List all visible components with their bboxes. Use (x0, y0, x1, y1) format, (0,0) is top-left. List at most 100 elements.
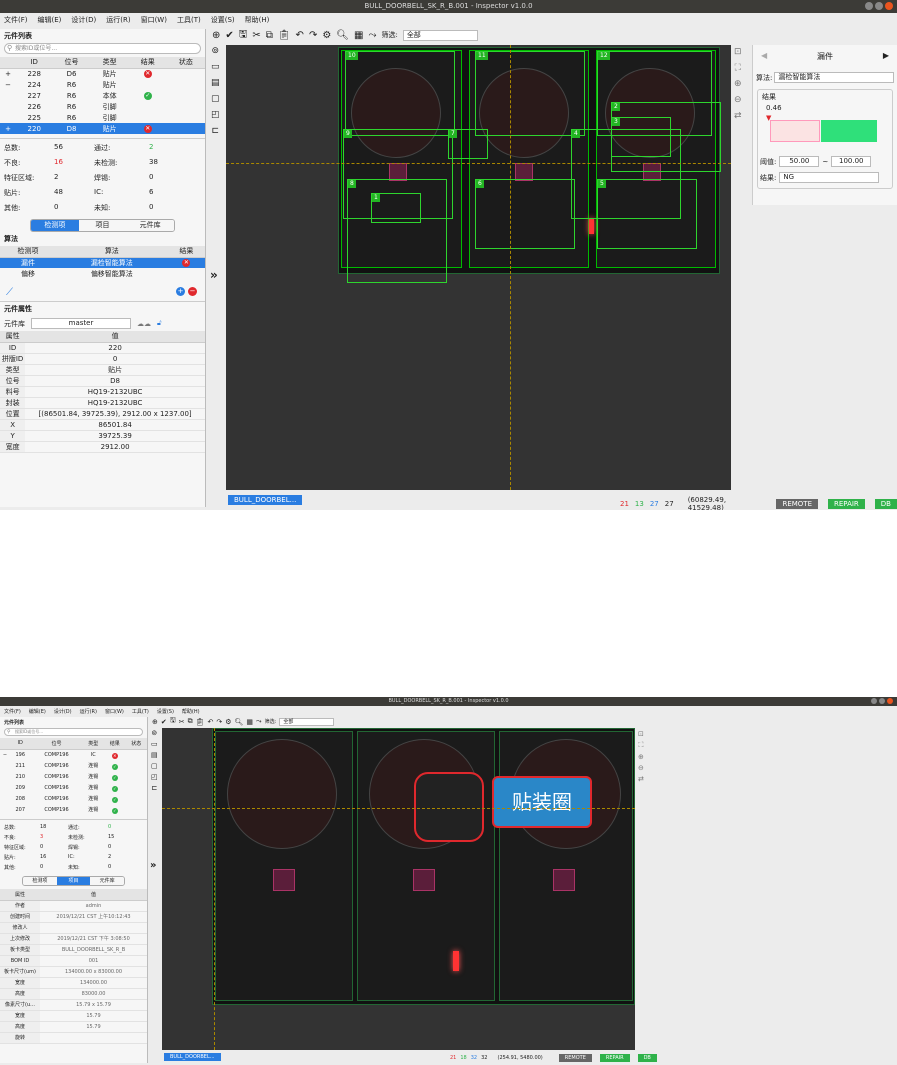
bracket-icon[interactable]: ⊏ (151, 784, 157, 792)
menu-tools[interactable]: 工具(T) (177, 15, 201, 25)
table-row[interactable]: − 224 R6 贴片 (0, 79, 205, 90)
zoom-out-icon[interactable]: ⊖ (638, 764, 644, 772)
table-row[interactable]: 211 COMP196 连锡 ✓ (0, 760, 147, 771)
inspection-box[interactable]: 7 (448, 129, 488, 159)
menu-window[interactable]: 窗口(W) (141, 15, 167, 25)
prop-row[interactable]: 宽度 134000.00 (0, 977, 147, 988)
check-icon[interactable]: ✔ (161, 718, 167, 726)
table-row[interactable]: +220 D8 贴片 ✕ (0, 123, 205, 134)
prop-row[interactable]: 类型 贴片 (0, 364, 205, 375)
prop-value[interactable]: admin (40, 900, 147, 911)
tab-library[interactable]: 元件库 (126, 220, 174, 231)
merge-icon[interactable]: ⤳ (256, 717, 262, 726)
gear-icon[interactable]: ⚙ (225, 718, 231, 726)
bracket-icon[interactable]: ⊏ (211, 126, 219, 136)
maximize-icon[interactable] (879, 698, 885, 704)
undo-icon[interactable]: ↶ (296, 30, 304, 41)
expand-toggle-icon[interactable]: + (0, 68, 16, 79)
prop-row[interactable]: 宽度 2912.00 (0, 441, 205, 452)
menu-design[interactable]: 设计(D) (71, 15, 96, 25)
table-row[interactable]: 225 R6 引脚 (0, 112, 205, 123)
frame-icon[interactable]: ▢ (151, 762, 158, 770)
algo-row[interactable]: 偏移 偏移智能算法 (0, 268, 205, 279)
close-icon[interactable] (885, 2, 893, 10)
check-icon[interactable]: ✔ (225, 30, 233, 41)
prop-value[interactable]: 134000.00 x 83000.00 (40, 966, 147, 977)
col-status[interactable]: 状态 (166, 57, 205, 69)
prop-row[interactable]: 宽度 15.79 (0, 1010, 147, 1021)
prop-value[interactable]: 0 (25, 353, 205, 364)
paste-icon[interactable]: 📋︎ (196, 718, 205, 726)
prop-row[interactable]: X 86501.84 (0, 419, 205, 430)
target-icon[interactable]: ⊚ (211, 46, 219, 56)
col-status[interactable]: 状态 (125, 738, 147, 750)
algo-select[interactable]: 漏检智能算法 (774, 72, 894, 83)
save-icon[interactable]: 🖫︎ (170, 716, 176, 727)
filter-select[interactable]: 全部 (279, 717, 335, 726)
col-ref[interactable]: 位号 (30, 738, 83, 750)
inspection-box[interactable]: 3 (611, 117, 671, 157)
col-ref[interactable]: 位号 (52, 57, 91, 69)
table-row[interactable]: +228 D6 贴片 ✕ (0, 68, 205, 79)
prop-row[interactable]: 位置 [(86501.84, 39725.39), 2912.00 x 1237.… (0, 408, 205, 419)
maximize-icon[interactable] (875, 2, 883, 10)
prop-value[interactable]: 83000.00 (40, 988, 147, 999)
corner-icon[interactable]: ◰ (211, 110, 220, 120)
fullscreen-icon[interactable]: ⛶ (638, 741, 643, 750)
tab-library[interactable]: 元件库 (90, 877, 124, 885)
copy-icon[interactable]: ⧉ (188, 717, 193, 726)
prop-value[interactable]: 15.79 (40, 1010, 147, 1021)
prop-value[interactable]: D8 (25, 375, 205, 386)
inspection-box[interactable]: 10 (345, 51, 455, 136)
zoom-icon[interactable]: 🔍︎ (235, 718, 244, 726)
remove-icon[interactable]: − (188, 287, 197, 296)
doc-tab[interactable]: BULL_DOORBEL... (228, 495, 303, 505)
prop-row[interactable]: 板卡类型 BULL_DOORBELL_SK_R_B (0, 944, 147, 955)
table-row[interactable]: 207 COMP196 连锡 ✓ (0, 804, 147, 815)
table-row[interactable]: 210 COMP196 连锡 ✓ (0, 771, 147, 782)
inspection-box[interactable]: 6 (475, 179, 575, 249)
prop-row[interactable]: 高度 15.79 (0, 1021, 147, 1032)
filter-select[interactable]: 全部 (402, 29, 478, 41)
search-input[interactable]: ⚲ 搜索ID或位号... (4, 728, 143, 736)
expand-toggle-icon[interactable] (0, 782, 10, 793)
doc-tab-label[interactable]: BULL_DOORBEL... (228, 495, 303, 505)
algo-row[interactable]: 漏件 漏检智能算法 ✕ (0, 257, 205, 268)
prop-row[interactable]: 修改人 (0, 922, 147, 933)
prop-value[interactable]: 2019/12/21 CST 上午10:12:43 (40, 911, 147, 922)
expand-icon[interactable]: » (210, 268, 218, 282)
menu-edit[interactable]: 编辑(E) (29, 708, 46, 715)
menu-design[interactable]: 设计(D) (54, 708, 72, 715)
gear-icon[interactable]: ⚙ (322, 30, 331, 41)
expand-toggle-icon[interactable] (0, 90, 16, 101)
inspection-box[interactable]: 11 (475, 51, 585, 136)
expand-icon[interactable]: » (150, 860, 156, 871)
menu-file[interactable]: 文件(F) (4, 15, 28, 25)
wand-icon[interactable]: ⟋ (6, 287, 13, 298)
pcb-canvas[interactable]: 贴装圈 (162, 728, 635, 1050)
expand-toggle-icon[interactable] (0, 793, 10, 804)
next-icon[interactable]: ▶ (883, 51, 889, 62)
remote-button[interactable]: REMOTE (776, 499, 819, 509)
db-button[interactable]: DB (637, 1054, 657, 1062)
db-button[interactable]: DB (874, 499, 897, 509)
window-controls[interactable] (871, 698, 893, 704)
repair-button[interactable]: REPAIR (599, 1054, 630, 1062)
menu-help[interactable]: 帮助(H) (245, 15, 270, 25)
col-result[interactable]: 结果 (128, 57, 167, 69)
paste-icon[interactable]: 📋︎ (278, 30, 291, 41)
expand-toggle-icon[interactable] (0, 771, 10, 782)
threshold-min[interactable]: 50.00 (779, 156, 820, 167)
prop-row[interactable]: 创建时间 2019/12/21 CST 上午10:12:43 (0, 911, 147, 922)
add-icon[interactable]: + (176, 287, 185, 296)
prop-row[interactable]: BOM ID 001 (0, 955, 147, 966)
table-row[interactable]: −196 COMP196 IC ✕ (0, 749, 147, 760)
prop-value[interactable]: 2019/12/21 CST 下午 3:08:50 (40, 933, 147, 944)
minimize-icon[interactable] (865, 2, 873, 10)
prop-row[interactable]: 板卡尺寸(um) 134000.00 x 83000.00 (0, 966, 147, 977)
close-icon[interactable] (887, 698, 893, 704)
col-result[interactable]: 结果 (104, 738, 126, 750)
merge-icon[interactable]: ⤳ (368, 30, 376, 41)
menu-edit[interactable]: 编辑(E) (38, 15, 62, 25)
doc-tab-label[interactable]: BULL_DOORBEL... (164, 1053, 221, 1061)
